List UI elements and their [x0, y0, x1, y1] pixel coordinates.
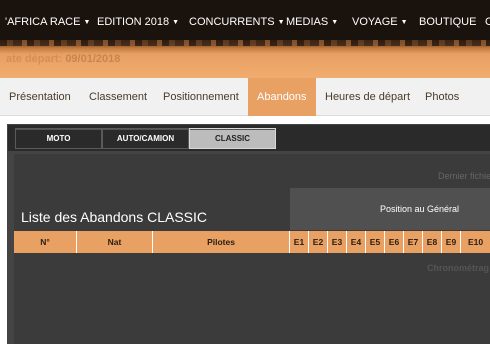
nav-label: VOYAGE: [352, 16, 398, 28]
subtab-classic[interactable]: CLASSIC: [189, 128, 276, 149]
departure-date: ate départ: 09/01/2018: [6, 53, 120, 65]
header-banner: ate départ: 09/01/2018: [0, 40, 490, 78]
subtab-moto[interactable]: MOTO: [15, 128, 102, 149]
top-navigation: 'AFRICA RACE ▼ EDITION 2018 ▼ CONCURRENTS ▼…: [0, 0, 490, 44]
position-header-label: Position au Général: [380, 204, 460, 214]
tab-presentation[interactable]: Présentation: [9, 78, 71, 116]
column-header-stage: E6: [385, 231, 404, 253]
nav-label: EDITION 2018: [97, 16, 170, 28]
chevron-down-icon: ▼: [400, 19, 408, 26]
tab-classement[interactable]: Classement: [89, 78, 147, 116]
nav-item-concurrents[interactable]: CONCURRENTS ▼: [189, 16, 285, 28]
column-header-stage: E7: [404, 231, 423, 253]
chevron-down-icon: ▼: [83, 19, 91, 26]
column-header-stage: E5: [366, 231, 385, 253]
nav-item-truncated[interactable]: C: [485, 16, 490, 28]
tab-photos[interactable]: Photos: [425, 78, 459, 116]
nav-item-medias[interactable]: MEDIAS ▼: [286, 16, 338, 28]
column-header-nat: Nat: [77, 231, 153, 253]
chevron-down-icon: ▼: [277, 19, 285, 26]
tab-heures-de-depart[interactable]: Heures de départ: [325, 78, 410, 116]
chevron-down-icon: ▼: [172, 19, 180, 26]
nav-item-boutique[interactable]: BOUTIQUE: [419, 16, 476, 28]
nav-label: C: [485, 16, 490, 28]
table-header-row: N° Nat Pilotes E1 E2 E3 E4 E5 E6 E7 E8 E…: [14, 231, 490, 253]
nav-label: BOUTIQUE: [419, 16, 477, 28]
nav-label: MEDIAS: [286, 16, 329, 28]
last-file-label: Dernier fichier: [438, 171, 490, 181]
position-header: Position au Général: [290, 188, 490, 230]
column-header-stage: E4: [347, 231, 366, 253]
column-header-stage: E2: [309, 231, 328, 253]
nav-item-voyage[interactable]: VOYAGE ▼: [352, 16, 408, 28]
column-header-number: N°: [14, 231, 77, 253]
nav-label: 'AFRICA RACE: [5, 16, 81, 28]
column-header-stage: E8: [423, 231, 442, 253]
tab-abandons[interactable]: Abandons: [248, 78, 316, 116]
date-label: ate départ:: [6, 53, 63, 65]
category-tabs: MOTO AUTO/CAMION CLASSIC: [8, 125, 490, 151]
nav-item-edition-2018[interactable]: EDITION 2018 ▼: [97, 16, 179, 28]
page-title: Liste des Abandons CLASSIC: [21, 209, 208, 225]
tab-positionnement[interactable]: Positionnement: [163, 78, 239, 116]
date-value: 09/01/2018: [65, 53, 121, 65]
subtab-auto-camion[interactable]: AUTO/CAMION: [102, 128, 189, 149]
column-header-stage: E10: [467, 237, 484, 247]
column-header-stage: E3: [328, 231, 347, 253]
column-header-pilotes: Pilotes: [153, 231, 290, 253]
column-header-stage: E1: [290, 231, 309, 253]
chevron-down-icon: ▼: [331, 19, 339, 26]
column-header-stage: E9: [442, 231, 461, 253]
chrono-label: Chronométrag: [427, 263, 490, 273]
tabs-bar: Présentation Classement Positionnement A…: [0, 78, 490, 116]
nav-label: CONCURRENTS: [189, 16, 275, 28]
nav-item-africa-race[interactable]: 'AFRICA RACE ▼: [5, 16, 90, 28]
